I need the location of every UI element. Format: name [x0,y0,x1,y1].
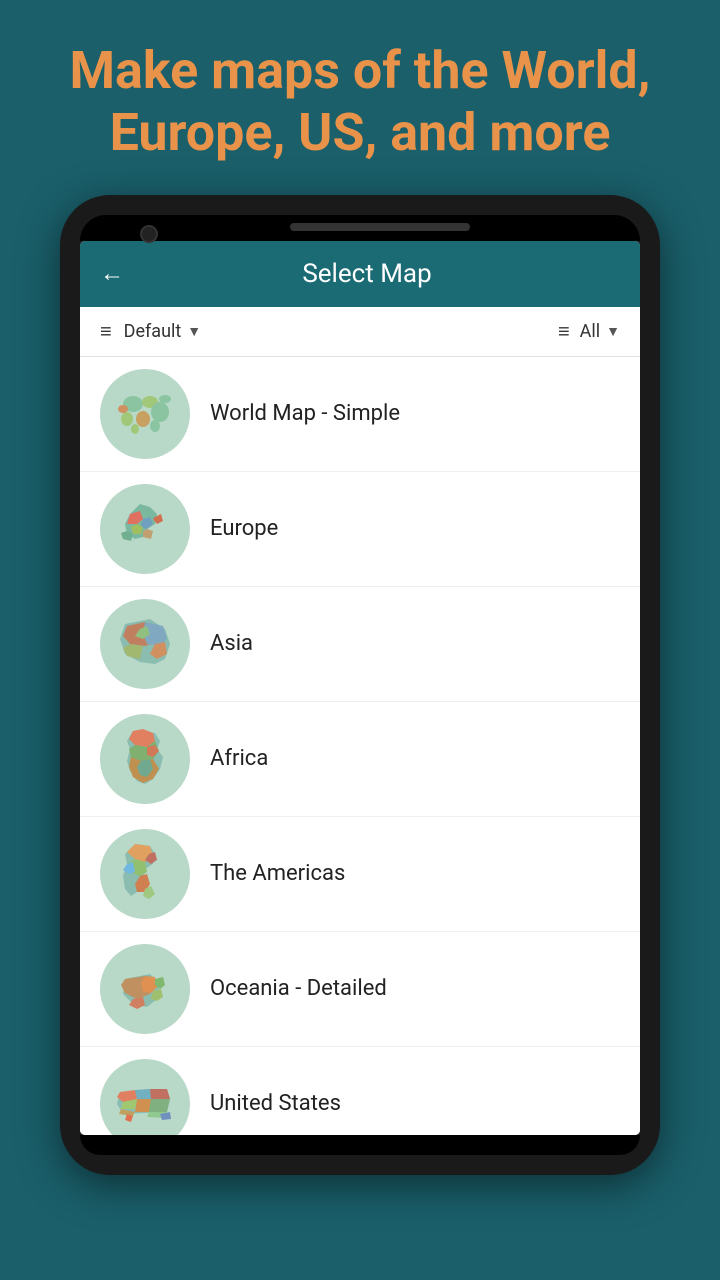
filter-right: ≡ All ▼ [558,319,620,344]
map-item-europe[interactable]: Europe [80,472,640,587]
map-name-europe: Europe [210,516,278,541]
filter-bar: ≡ Default ▼ ≡ All ▼ [80,307,640,357]
map-thumbnail-americas [100,829,190,919]
map-thumbnail-us [100,1059,190,1135]
back-button[interactable]: ← [100,259,124,288]
map-name-asia: Asia [210,631,253,656]
page-title: Select Map [144,259,590,289]
camera-dot [140,225,158,243]
map-name-americas: The Americas [210,861,345,886]
map-thumbnail-africa [100,714,190,804]
map-name-oceania: Oceania - Detailed [210,976,387,1001]
app-header: ← Select Map [80,241,640,307]
promo-text: Make maps of the World, Europe, US, and … [0,0,720,195]
map-thumbnail-world [100,369,190,459]
map-item-asia[interactable]: Asia [80,587,640,702]
map-item-africa[interactable]: Africa [80,702,640,817]
map-item-americas[interactable]: The Americas [80,817,640,932]
map-thumbnail-asia [100,599,190,689]
sort-dropdown[interactable]: Default ▼ [124,321,201,342]
sort-dropdown-arrow: ▼ [187,323,201,340]
map-item-oceania[interactable]: Oceania - Detailed [80,932,640,1047]
filter-dropdown[interactable]: All ▼ [580,321,620,342]
sort-label: Default [124,321,182,342]
sort-icon: ≡ [100,319,112,344]
map-item-world[interactable]: World Map - Simple [80,357,640,472]
phone-frame: ← Select Map ≡ Default ▼ ≡ All ▼ [60,195,660,1175]
map-thumbnail-europe [100,484,190,574]
phone-screen: ← Select Map ≡ Default ▼ ≡ All ▼ [80,241,640,1135]
filter-dropdown-arrow: ▼ [606,323,620,340]
map-item-us[interactable]: United States [80,1047,640,1135]
map-name-us: United States [210,1091,341,1116]
speaker [290,223,470,231]
map-name-africa: Africa [210,746,268,771]
filter-icon: ≡ [558,319,570,344]
map-list: World Map - Simple Europe [80,357,640,1135]
phone-bottom [80,1135,640,1155]
map-thumbnail-oceania [100,944,190,1034]
filter-label: All [580,321,601,342]
map-name-world: World Map - Simple [210,401,400,426]
phone-top-bar [80,215,640,241]
